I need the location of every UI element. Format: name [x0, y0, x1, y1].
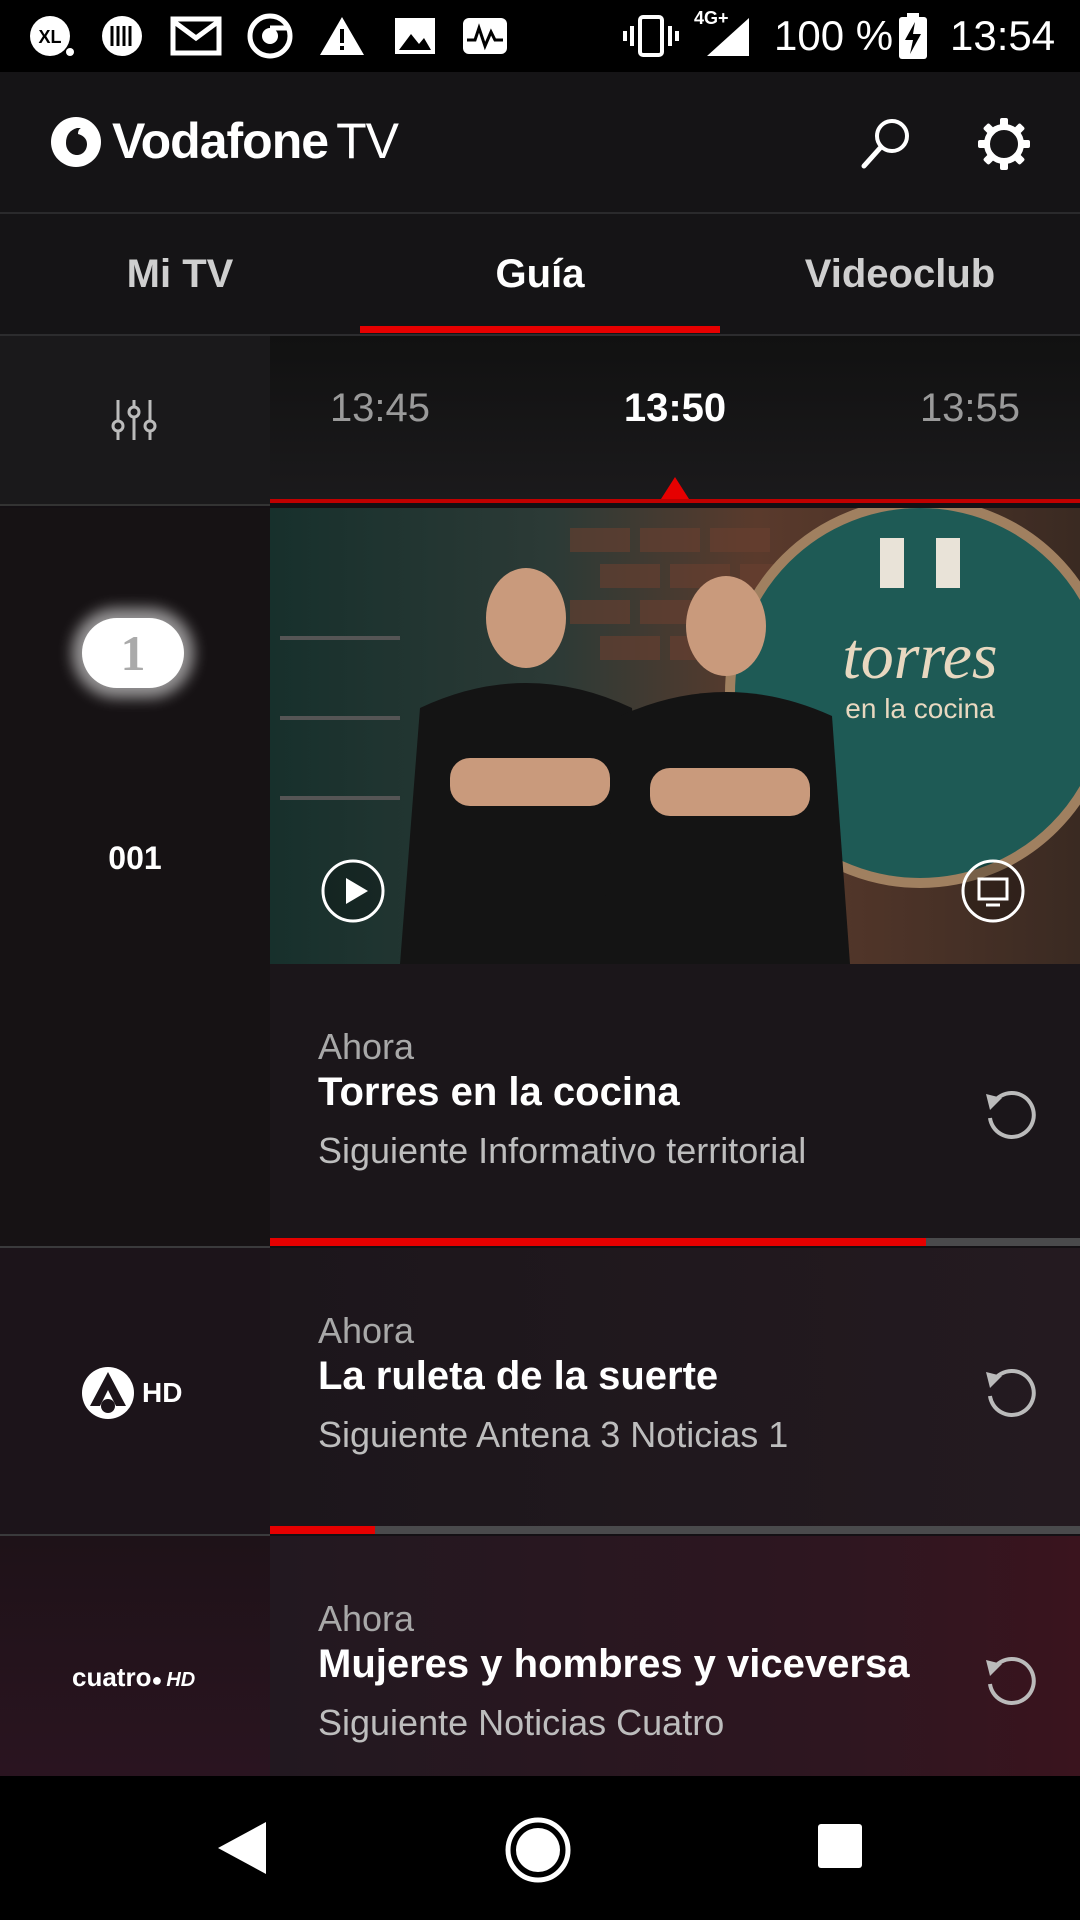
- tab-videoclub[interactable]: Videoclub: [720, 214, 1080, 334]
- status-bar: XL 4G+ 100 % 13:54: [0, 0, 1080, 72]
- program-title: Mujeres y hombres y viceversa: [318, 1642, 910, 1686]
- battery-percent: 100 %: [774, 12, 894, 59]
- replay-icon[interactable]: [980, 1650, 1040, 1710]
- la1-hd-logo-icon: 1: [82, 618, 184, 688]
- image-icon: [392, 14, 438, 58]
- tab-bar: Mi TV Guía Videoclub: [0, 214, 1080, 336]
- thumbnail-image: torres en la cocina: [270, 508, 1080, 964]
- svg-text:torres: torres: [842, 620, 997, 693]
- program-info[interactable]: Ahora Torres en la cocina Siguiente Info…: [270, 964, 1080, 1246]
- now-label: Ahora: [318, 1310, 415, 1351]
- program-info[interactable]: Ahora La ruleta de la suerte Siguiente A…: [270, 1248, 1080, 1534]
- active-tab-indicator: [360, 326, 720, 333]
- channel-number: 001: [108, 840, 162, 876]
- tv-icon[interactable]: [960, 858, 1026, 924]
- antena3-logo-icon: HD: [78, 1366, 182, 1420]
- time-slot-current: 13:50: [623, 386, 727, 430]
- time-scale[interactable]: 13:45 13:50 13:55: [270, 336, 1080, 503]
- replay-icon[interactable]: [980, 1362, 1040, 1422]
- progress-fill: [270, 1526, 376, 1534]
- program-info[interactable]: Ahora Mujeres y hombres y viceversa Sigu…: [270, 1536, 1080, 1776]
- vodafone-logo-icon: [50, 116, 102, 168]
- xl-icon: XL: [28, 14, 76, 58]
- recents-icon[interactable]: [816, 1822, 864, 1870]
- battery-charging-icon: [896, 13, 930, 59]
- gear-icon[interactable]: [976, 116, 1032, 172]
- program-title: La ruleta de la suerte: [318, 1354, 719, 1398]
- next-program: Siguiente Noticias Cuatro: [318, 1702, 725, 1743]
- clock: 13:54: [950, 12, 1056, 59]
- tab-guia[interactable]: Guía: [360, 214, 720, 334]
- progress-track: [270, 1526, 1080, 1534]
- home-icon[interactable]: [504, 1816, 572, 1884]
- app-header: Vodafone TV: [0, 72, 1080, 214]
- now-line: [270, 499, 1080, 503]
- replay-icon[interactable]: [980, 1084, 1040, 1144]
- search-icon[interactable]: [858, 116, 914, 172]
- back-icon[interactable]: [212, 1818, 272, 1878]
- gmail-icon: [170, 14, 222, 58]
- chrome-icon: [246, 13, 294, 59]
- channel-cell[interactable]: cuatro● HD: [0, 1536, 270, 1776]
- program-title: Torres en la cocina: [318, 1070, 680, 1114]
- vibrate-icon: [622, 14, 680, 58]
- brand-suffix: TV: [336, 113, 399, 169]
- filter-cell: [0, 336, 270, 506]
- tab-mi-tv[interactable]: Mi TV: [0, 214, 360, 334]
- svg-text:XL: XL: [38, 27, 61, 47]
- program-thumbnail[interactable]: torres en la cocina: [270, 508, 1080, 964]
- signal-icon: [700, 14, 752, 58]
- cuatro-logo-icon: cuatro● HD: [72, 1662, 196, 1692]
- play-icon[interactable]: [320, 858, 386, 924]
- now-label: Ahora: [318, 1026, 415, 1067]
- activity-icon: [460, 14, 510, 58]
- channel-cell[interactable]: 1 001: [0, 508, 270, 1248]
- channel-cell[interactable]: HD: [0, 1248, 270, 1536]
- time-slot: 13:55: [919, 386, 1021, 430]
- next-program: Siguiente Antena 3 Noticias 1: [318, 1414, 789, 1455]
- app-title: Vodafone TV: [112, 112, 399, 170]
- now-marker: [661, 477, 689, 499]
- brand-name: Vodafone: [112, 113, 329, 169]
- next-program: Siguiente Informativo territorial: [318, 1130, 807, 1171]
- warning-icon: [318, 14, 366, 58]
- time-slot: 13:45: [329, 386, 431, 430]
- sliders-icon[interactable]: [110, 396, 158, 444]
- svg-text:en la cocina: en la cocina: [845, 693, 995, 724]
- timeline: 13:45 13:50 13:55: [0, 336, 1080, 506]
- barcode-icon: [98, 14, 146, 58]
- now-label: Ahora: [318, 1598, 415, 1639]
- progress-track: [270, 1238, 1080, 1246]
- progress-fill: [270, 1238, 927, 1246]
- navigation-bar: [0, 1776, 1080, 1920]
